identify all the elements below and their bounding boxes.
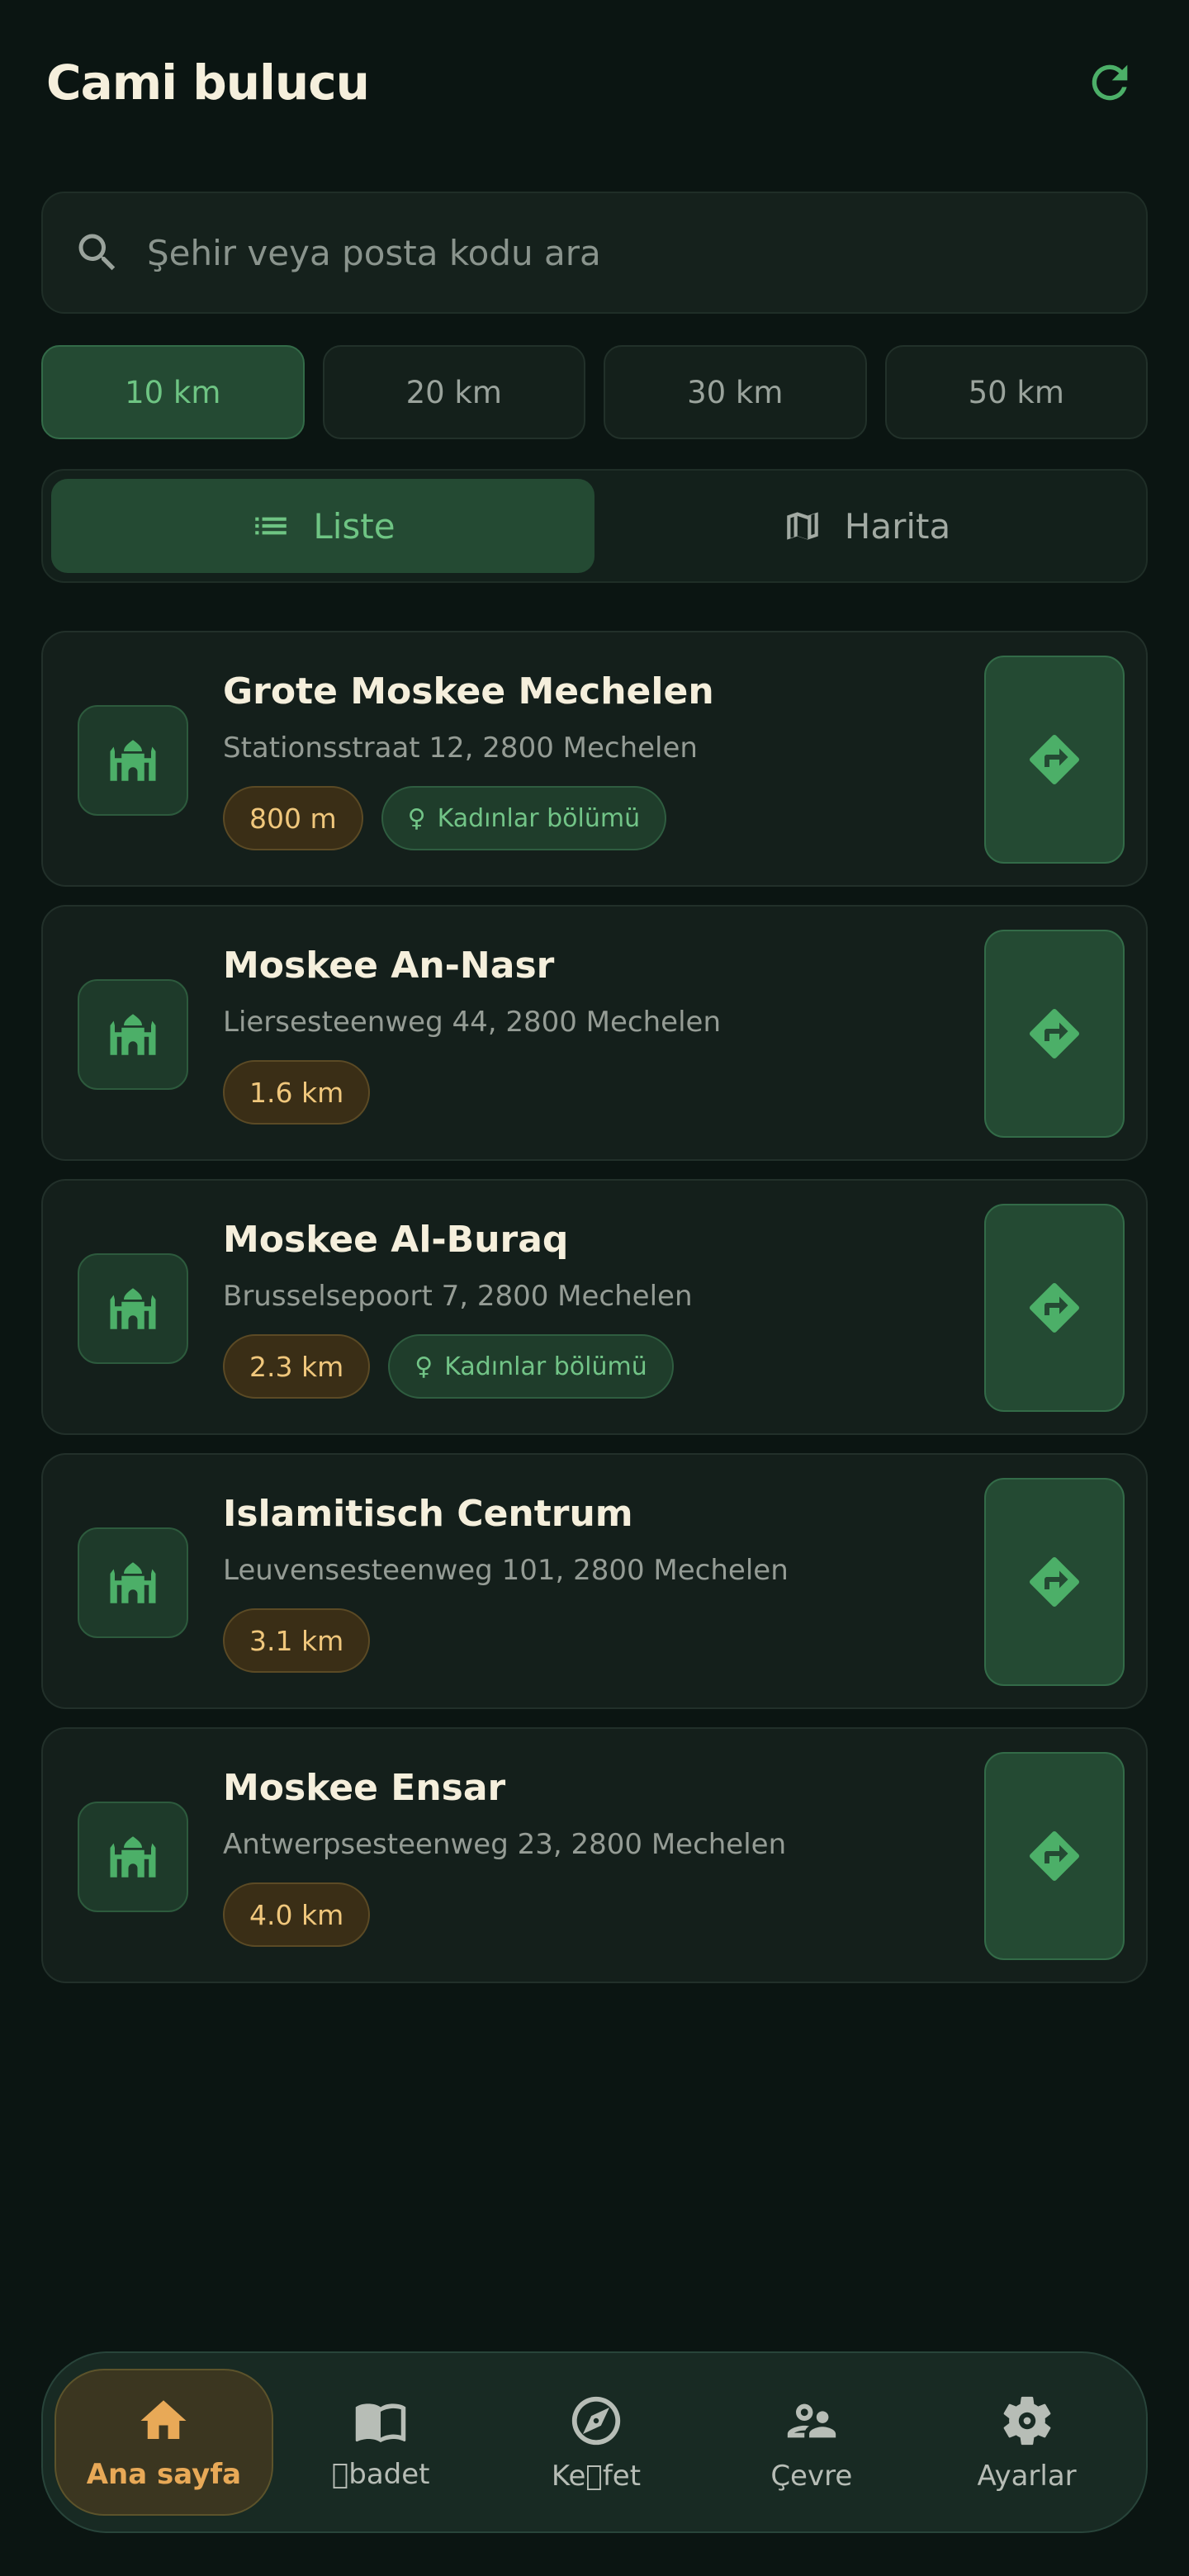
- search-input[interactable]: [147, 232, 1146, 273]
- directions-icon: [1029, 734, 1080, 785]
- compass-icon: [571, 2396, 621, 2446]
- map-view-button[interactable]: Harita: [594, 479, 1138, 573]
- nav-item-worship[interactable]:  badet: [273, 2369, 489, 2516]
- mosque-icon: [110, 1836, 156, 1878]
- badge-row: 4.0 km: [223, 1882, 371, 1947]
- mosque-card[interactable]: Islamitisch Centrum Leuvensesteenweg 101…: [41, 1453, 1148, 1709]
- list-view-button[interactable]: Liste: [51, 479, 594, 573]
- mosque-address: Brusselsepoort 7, 2800 Mechelen: [223, 1280, 693, 1313]
- mosque-icon: [110, 1562, 156, 1603]
- badge-row: 800 m ♀ Kadınlar bölümü: [223, 786, 667, 850]
- mosque-name: Grote Moskee Mechelen: [223, 670, 714, 713]
- mosque-name: Moskee Al-Buraq: [223, 1219, 569, 1261]
- distance-filter-group: 10 km 20 km 30 km 50 km: [41, 345, 1148, 439]
- directions-icon: [1029, 1282, 1080, 1333]
- mosque-card[interactable]: Moskee Al-Buraq Brusselsepoort 7, 2800 M…: [41, 1179, 1148, 1435]
- nav-label:  badet: [331, 2458, 430, 2491]
- mosque-card[interactable]: Moskee Ensar Antwerpsesteenweg 23, 2800 …: [41, 1727, 1148, 1983]
- mosque-address: Leuvensesteenweg 101, 2800 Mechelen: [223, 1554, 789, 1587]
- map-view-label: Harita: [844, 505, 951, 547]
- women-section-label: Kadınlar bölümü: [444, 1352, 647, 1381]
- mosque-address: Liersesteenweg 44, 2800 Mechelen: [223, 1006, 722, 1039]
- distance-badge: 1.6 km: [223, 1060, 371, 1125]
- home-icon: [140, 2400, 187, 2439]
- women-section-badge: ♀ Kadınlar bölümü: [381, 786, 667, 850]
- mosque-tile: [78, 1802, 188, 1912]
- distance-badge: 3.1 km: [223, 1608, 371, 1673]
- distance-badge: 2.3 km: [223, 1334, 371, 1399]
- view-toggle: Liste Harita: [41, 469, 1148, 583]
- mosque-name: Moskee An-Nasr: [223, 945, 555, 987]
- women-section-label: Kadınlar bölümü: [437, 803, 641, 833]
- refresh-button[interactable]: [1077, 50, 1143, 116]
- women-section-badge: ♀ Kadınlar bölümü: [388, 1334, 674, 1399]
- mosque-card[interactable]: Grote Moskee Mechelen Stationsstraat 12,…: [41, 631, 1148, 887]
- directions-icon: [1029, 1830, 1080, 1882]
- header: Cami bulucu: [46, 41, 1143, 124]
- page-title: Cami bulucu: [46, 54, 370, 111]
- book-icon: [355, 2403, 406, 2443]
- badge-row: 1.6 km: [223, 1060, 371, 1125]
- badge-row: 2.3 km ♀ Kadınlar bölümü: [223, 1334, 674, 1399]
- people-icon: [787, 2403, 836, 2438]
- mosque-tile: [78, 1253, 188, 1364]
- search-icon: [78, 234, 116, 271]
- distance-chip-30km[interactable]: 30 km: [604, 345, 867, 439]
- gear-icon: [1003, 2396, 1050, 2446]
- badge-row: 3.1 km: [223, 1608, 371, 1673]
- mosque-tile: [78, 979, 188, 1090]
- directions-icon: [1029, 1008, 1080, 1059]
- mosque-card[interactable]: Moskee An-Nasr Liersesteenweg 44, 2800 M…: [41, 905, 1148, 1161]
- nav-label: Ana sayfa: [86, 2458, 242, 2491]
- mosque-icon: [110, 1014, 156, 1055]
- bottom-navigation: Ana sayfa  badet Ke fet Çevre Ayarlar: [41, 2351, 1148, 2533]
- mosque-name: Islamitisch Centrum: [223, 1493, 633, 1535]
- female-icon: ♀: [407, 803, 426, 833]
- search-bar[interactable]: [41, 192, 1148, 314]
- distance-chip-50km[interactable]: 50 km: [884, 345, 1148, 439]
- mosque-tile: [78, 1527, 188, 1638]
- list-icon: [255, 517, 287, 535]
- directions-button[interactable]: [984, 656, 1125, 864]
- list-view-label: Liste: [313, 505, 396, 547]
- mosque-name: Moskee Ensar: [223, 1767, 506, 1809]
- directions-button[interactable]: [984, 1204, 1125, 1412]
- mosque-icon: [110, 1288, 156, 1329]
- nav-label: Ke fet: [551, 2460, 642, 2493]
- nav-label: Ayarlar: [977, 2460, 1077, 2493]
- mosque-finder-screen: Cami bulucu 10 km 20 km 30 km 50 km List…: [0, 0, 1189, 2576]
- distance-badge: 4.0 km: [223, 1882, 371, 1947]
- female-icon: ♀: [414, 1352, 433, 1381]
- mosque-tile: [78, 705, 188, 816]
- nav-item-home[interactable]: Ana sayfa: [54, 2369, 273, 2516]
- directions-button[interactable]: [984, 1478, 1125, 1686]
- directions-button[interactable]: [984, 1752, 1125, 1960]
- directions-button[interactable]: [984, 930, 1125, 1138]
- nav-item-settings[interactable]: Ayarlar: [919, 2369, 1135, 2516]
- nav-item-community[interactable]: Çevre: [703, 2369, 919, 2516]
- distance-chip-10km[interactable]: 10 km: [41, 345, 305, 439]
- nav-label: Çevre: [770, 2460, 853, 2493]
- nav-item-explore[interactable]: Ke fet: [489, 2369, 704, 2516]
- mosque-icon: [110, 740, 156, 781]
- distance-badge: 800 m: [223, 786, 363, 850]
- distance-chip-20km[interactable]: 20 km: [322, 345, 585, 439]
- refresh-icon: [1092, 64, 1128, 101]
- mosque-list: Grote Moskee Mechelen Stationsstraat 12,…: [41, 631, 1148, 2001]
- directions-icon: [1029, 1556, 1080, 1608]
- mosque-address: Stationsstraat 12, 2800 Mechelen: [223, 732, 698, 765]
- mosque-address: Antwerpsesteenweg 23, 2800 Mechelen: [223, 1828, 787, 1861]
- map-icon: [787, 512, 818, 540]
